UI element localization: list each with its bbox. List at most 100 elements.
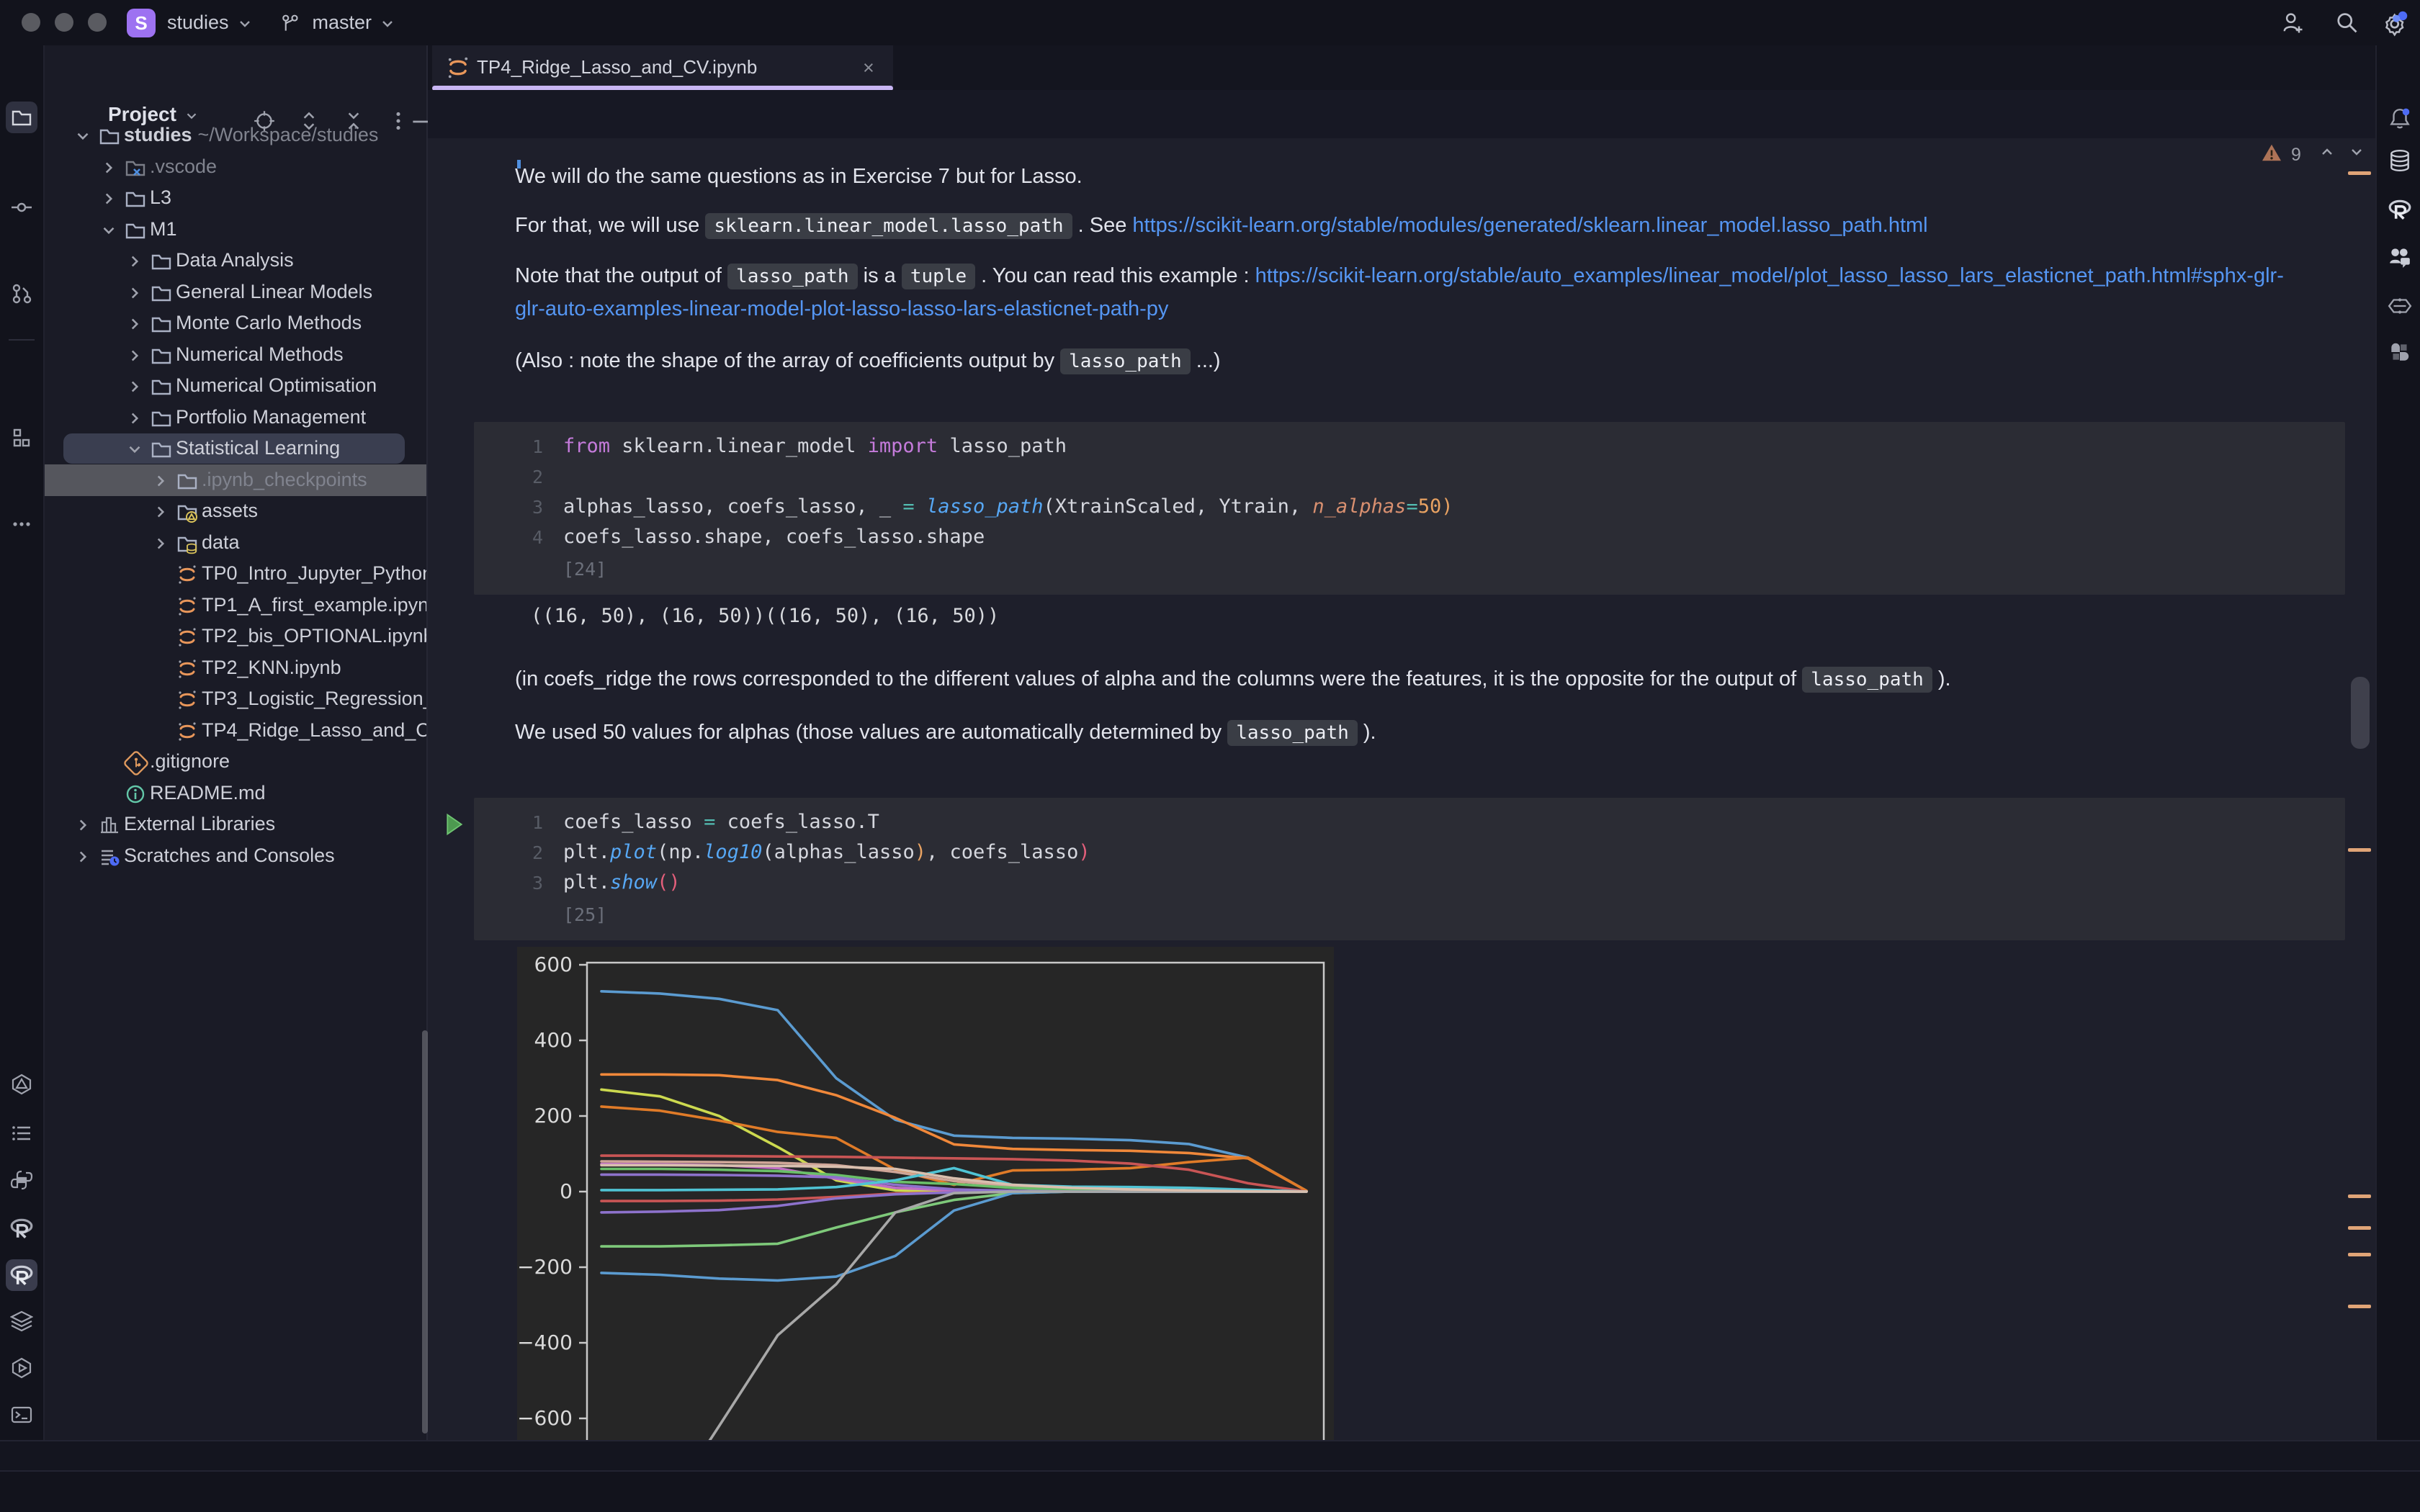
tree-item-general-linear-models[interactable]: General Linear Models [45,277,426,307]
stripe-warning-mark[interactable] [2348,848,2371,852]
project-tree-scrollbar[interactable] [422,1030,428,1434]
tree-item-label: External Libraries [124,813,275,835]
next-warning-icon[interactable] [2347,145,2366,165]
tree-item-tp1-a-first-example-ipynb[interactable]: TP1_A_first_example.ipynb [45,590,426,621]
database-tool-icon[interactable] [2384,145,2416,176]
inspections-widget[interactable]: 9 [2262,142,2377,171]
chevron-right-icon[interactable] [151,472,170,490]
tree-item-portfolio-management[interactable]: Portfolio Management [45,402,426,433]
stripe-warning-mark[interactable] [2348,1253,2371,1256]
hyperlink[interactable]: https://scikit-learn.org/stable/auto_exa… [1255,264,2284,287]
stripe-warning-mark[interactable] [2348,1305,2371,1308]
tree-item-statistical-learning[interactable]: Statistical Learning [45,433,426,464]
chevron-right-icon[interactable] [125,346,144,365]
tree-item-tp4-ridge-lasso-and-cv-ip[interactable]: TP4_Ridge_Lasso_and_CV.ip [45,716,426,746]
tree-item-studies[interactable]: studies ~/Workspace/studies [45,120,426,150]
terminal-tool-icon[interactable] [6,1399,37,1431]
chevron-right-icon[interactable] [125,252,144,271]
window-close-button[interactable] [22,13,40,32]
endpoints-tool-icon[interactable] [6,1068,37,1100]
tree-item-numerical-optimisation[interactable]: Numerical Optimisation [45,371,426,401]
conda-plugin-icon[interactable] [2384,290,2416,322]
chevron-right-icon[interactable] [125,284,144,302]
branch-switcher[interactable]: master [279,12,396,34]
plugin-windmill-icon[interactable] [2384,336,2416,368]
chevron-right-icon[interactable] [99,189,118,208]
tree-item-readme-md[interactable]: README.md [45,778,426,809]
chevron-down-icon[interactable] [73,127,92,145]
prev-warning-icon[interactable] [2318,145,2336,165]
code-line[interactable]: from sklearn.linear_model import lasso_p… [563,435,1067,457]
tree-item-tp2-bis-optional-ipynb[interactable]: TP2_bis_OPTIONAL.ipynb [45,621,426,652]
chevron-right-icon[interactable] [151,534,170,553]
code-token: ) [915,841,926,863]
tree-item-data-analysis[interactable]: Data Analysis [45,246,426,276]
left-tool-strip [0,45,45,1440]
code-token: 50 [1418,495,1442,518]
search-everywhere-button[interactable] [2334,10,2360,36]
hyperlink[interactable]: https://scikit-learn.org/stable/modules/… [1132,214,1927,237]
code-cell[interactable]: 1coefs_lasso = coefs_lasso.T2plt.plot(np… [474,798,2345,940]
layers-tool-icon[interactable] [6,1305,37,1336]
chevron-right-icon[interactable] [73,847,92,866]
chevron-right-icon[interactable] [99,158,118,177]
tree-item-tp3-logistic-regression-an[interactable]: TP3_Logistic_Regression_an [45,684,426,714]
window-zoom-button[interactable] [88,13,107,32]
more-tool-windows-icon[interactable] [6,508,37,540]
hyperlink[interactable]: glr-auto-examples-linear-model-plot-lass… [515,297,1168,320]
chevron-right-icon[interactable] [73,816,92,834]
project-switcher[interactable]: studies [167,12,254,34]
code-line[interactable]: alphas_lasso, coefs_lasso, _ = lasso_pat… [563,495,1453,518]
inline-code: lasso_path [727,264,858,289]
todo-tool-icon[interactable] [6,1117,37,1149]
code-with-me-button[interactable] [2280,10,2305,36]
editor-scrollbar-thumb[interactable] [2351,677,2370,749]
tree-item-l3[interactable]: L3 [45,183,426,213]
chevron-right-icon[interactable] [151,503,170,521]
strip-divider [9,339,35,341]
tree-item-path: ~/Workspace/studies [198,124,379,146]
tree-item-tp0-intro-jupyter-python-ip[interactable]: TP0_Intro_Jupyter_Python.ip [45,559,426,589]
text-run: For that, we will use [515,214,705,237]
tree-item-numerical-methods[interactable]: Numerical Methods [45,340,426,370]
r-console-tool-icon[interactable] [6,1212,37,1244]
code-line[interactable]: coefs_lasso = coefs_lasso.T [563,811,879,833]
code-with-me-chat-icon[interactable] [2384,241,2416,273]
tree-item-external-libraries[interactable]: External Libraries [45,809,426,840]
structure-tool-icon[interactable] [6,422,37,454]
tree-item-monte-carlo-methods[interactable]: Monte Carlo Methods [45,308,426,338]
chevron-down-icon[interactable] [99,221,118,240]
tree-item-data[interactable]: data [45,528,426,558]
chevron-right-icon[interactable] [125,409,144,428]
code-line[interactable]: plt.show() [563,871,681,894]
settings-button[interactable] [2381,9,2410,37]
commit-tool-icon[interactable] [6,192,37,223]
stripe-warning-mark[interactable] [2348,1194,2371,1198]
services-tool-icon[interactable] [6,1352,37,1384]
r-tools-tool-icon-selected[interactable] [6,1259,37,1291]
notifications-tool-icon[interactable] [2384,103,2416,135]
chevron-right-icon[interactable] [125,315,144,333]
code-line[interactable]: plt.plot(np.log10(alphas_lasso), coefs_l… [563,841,1090,863]
chevron-down-icon[interactable] [125,440,144,459]
tree-item-scratches-and-consoles[interactable]: Scratches and Consoles [45,841,426,871]
tree-item-tp2-knn-ipynb[interactable]: TP2_KNN.ipynb [45,653,426,683]
tree-item--vscode[interactable]: .vscode [45,152,426,182]
run-cell-gutter-icon[interactable] [444,812,465,837]
window-minimize-button[interactable] [55,13,73,32]
code-cell[interactable]: 1from sklearn.linear_model import lasso_… [474,422,2345,595]
tree-item-m1[interactable]: M1 [45,215,426,245]
tree-item--ipynb-checkpoints[interactable]: .ipynb_checkpoints [45,465,426,495]
python-packages-tool-icon[interactable] [6,1164,37,1196]
pull-requests-tool-icon[interactable] [6,278,37,310]
tree-item-assets[interactable]: assets [45,496,426,526]
code-line[interactable]: coefs_lasso.shape, coefs_lasso.shape [563,526,985,548]
stripe-warning-mark[interactable] [2348,171,2371,175]
stripe-warning-mark[interactable] [2348,1226,2371,1230]
tree-item--gitignore[interactable]: .gitignore [45,747,426,777]
r-graphics-tool-icon[interactable] [2384,194,2416,225]
chevron-right-icon[interactable] [125,377,144,396]
warning-icon [2262,146,2282,166]
project-tool-icon[interactable] [6,102,37,133]
tab-close-icon[interactable]: × [863,57,874,79]
